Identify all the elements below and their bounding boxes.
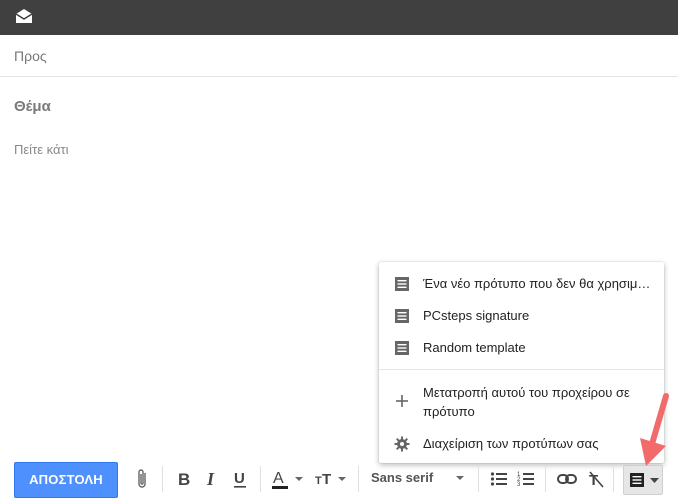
templates-menu: Ένα νέο πρότυπο που δεν θα χρησιμ… PCste… [379,262,664,463]
message-body[interactable]: Πείτε κάτι [14,142,69,157]
text-color-icon[interactable]: A [272,468,306,490]
template-item[interactable]: Ένα νέο πρότυπο που δεν θα χρησιμ… [379,268,664,300]
compose-toolbar: ΑΠΟΣΤΟΛΗ B I U A T T Sans serif 1 2 3 T [0,458,678,504]
chevron-down-icon [456,476,464,480]
manage-templates-label: Διαχείριση των προτύπων σας [423,436,599,451]
toolbar-divider [162,466,163,492]
template-item[interactable]: Random template [379,332,664,364]
toolbar-divider [613,466,614,492]
svg-text:U: U [234,470,245,487]
svg-text:T: T [322,471,331,488]
template-doc-icon [395,309,409,323]
toolbar-divider [260,466,261,492]
recipients-field[interactable]: Προς [0,35,678,77]
open-envelope-icon[interactable] [15,8,33,24]
bold-icon[interactable]: B [177,468,191,490]
chevron-down-icon [650,478,659,483]
gear-icon [394,436,410,452]
send-button[interactable]: ΑΠΟΣΤΟΛΗ [14,462,118,498]
font-family-select[interactable]: Sans serif [371,470,433,485]
save-as-template-label: Μετατροπή αυτού του προχείρου σε πρότυπο [423,385,630,419]
template-doc-icon [395,277,409,291]
red-arrow-annotation [640,393,669,466]
template-label: Random template [423,340,526,355]
template-label: PCsteps signature [423,308,530,323]
toolbar-divider [358,466,359,492]
svg-text:A: A [273,470,284,487]
save-as-template-item[interactable]: Μετατροπή αυτού του προχείρου σε πρότυπο [379,379,664,423]
subject-field[interactable]: Θέμα [14,98,51,115]
svg-text:I: I [206,469,215,489]
svg-text:3: 3 [517,482,521,488]
numbered-list-icon[interactable]: 1 2 3 [517,468,535,490]
template-doc-icon [630,473,644,487]
underline-icon[interactable]: U [233,468,248,490]
attach-icon[interactable] [136,468,150,490]
svg-text:B: B [178,470,190,489]
template-item[interactable]: PCsteps signature [379,300,664,332]
top-bar [0,0,678,35]
to-label: Προς [14,48,47,64]
menu-divider [379,369,664,370]
template-doc-icon [395,341,409,355]
template-label: Ένα νέο πρότυπο που δεν θα χρησιμ… [423,276,651,291]
link-icon[interactable] [557,468,577,490]
toolbar-divider [478,466,479,492]
toolbar-divider [545,466,546,492]
remove-formatting-icon[interactable]: T [588,468,604,490]
plus-icon [396,395,408,407]
bulleted-list-icon[interactable] [490,468,508,490]
manage-templates-item[interactable]: Διαχείριση των προτύπων σας [379,428,664,460]
text-size-icon[interactable]: T T [314,468,348,490]
italic-icon[interactable]: I [205,468,219,490]
svg-text:T: T [315,475,322,487]
